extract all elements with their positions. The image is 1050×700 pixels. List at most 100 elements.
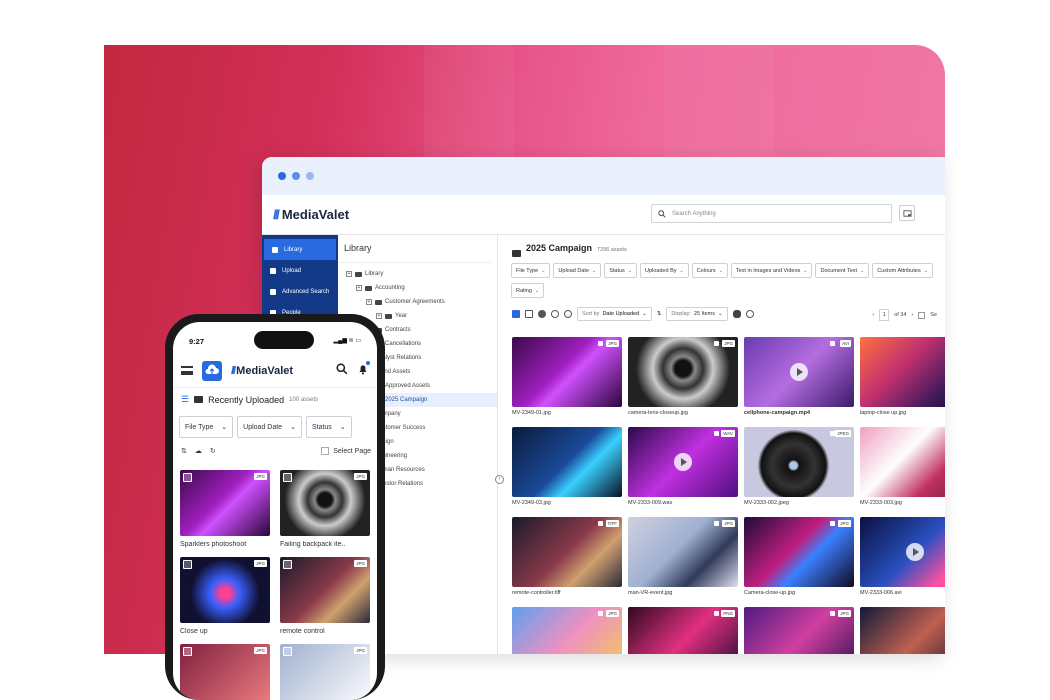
window-dot[interactable] [292,172,300,180]
asset-thumbnail[interactable] [860,517,945,587]
sort-select[interactable]: Sort by Date Uploaded ⌄ [577,306,652,321]
asset-checkbox[interactable] [283,473,292,482]
asset-tile[interactable]: JPG [180,644,270,700]
notification-bell-icon[interactable] [357,360,370,380]
asset-tile[interactable]: WAV MV-2333-009.wav [628,427,738,511]
sort-icon[interactable]: ⇅ [181,447,187,455]
expand-icon[interactable]: + [376,313,382,319]
sidebar-item-advanced-search[interactable]: Advanced Search [262,281,338,302]
play-icon[interactable] [674,453,692,471]
filter-chip[interactable]: Colours ⌄ [691,263,728,278]
prev-page-icon[interactable]: ‹ [872,312,874,318]
asset-thumbnail[interactable] [860,607,945,654]
asset-tile[interactable]: JPG [280,644,370,700]
expand-icon[interactable]: + [346,271,352,277]
zoom-out-icon[interactable] [551,309,559,318]
asset-thumbnail[interactable]: JPG [280,644,370,700]
asset-tile[interactable]: JPG remote control [280,557,370,640]
window-dot[interactable] [278,172,286,180]
refresh-icon[interactable]: ↻ [210,447,216,455]
upload-icon[interactable] [202,360,222,381]
asset-thumbnail[interactable]: JPG [280,557,370,623]
tree-node[interactable]: + Accounting [338,281,497,295]
asset-tile[interactable]: MV-2349-03.jpg [512,427,622,511]
display-select[interactable]: Display: 25 Items ⌄ [666,306,728,321]
asset-tile[interactable] [860,607,945,654]
asset-tile[interactable]: JPG MV-2349-01.jpg [512,337,622,421]
asset-tile[interactable]: JPG [744,607,854,654]
collapse-panel-button[interactable]: ‹ [495,475,504,484]
refresh-icon[interactable] [745,309,754,318]
asset-tile[interactable]: PNG [628,607,738,654]
asset-thumbnail[interactable]: JPG [628,337,738,407]
download-icon[interactable]: ☁ [195,447,202,455]
asset-tile[interactable]: JPG Close up [180,557,270,640]
search-icon[interactable] [336,362,348,380]
asset-thumbnail[interactable] [860,427,945,497]
filter-chip[interactable]: Upload Date ⌄ [237,416,302,438]
asset-tile[interactable]: TIFF remote-controller.tiff [512,517,622,601]
select-page-checkbox[interactable] [321,447,330,455]
asset-checkbox[interactable] [183,647,192,656]
asset-thumbnail[interactable]: JPG [180,557,270,623]
filter-chip[interactable]: Rating ⌄ [511,283,545,298]
filter-chip[interactable]: File Type ⌄ [511,263,551,278]
asset-tile[interactable]: JPG Failing backpack ite.. [280,470,370,553]
filter-chip[interactable]: Upload Date ⌄ [553,263,602,278]
asset-thumbnail[interactable]: WAV [628,427,738,497]
select-all-checkbox[interactable] [918,311,926,319]
people-icon[interactable] [538,309,546,318]
download-icon[interactable] [732,309,741,318]
filter-chip[interactable]: Custom Attributes ⌄ [872,263,933,278]
asset-thumbnail[interactable]: JPG [280,470,370,536]
asset-tile[interactable]: JPG camera-lens-closeup.jpg [628,337,738,421]
asset-tile[interactable]: MV-2333-006.avi [860,517,945,601]
window-dot[interactable] [306,172,314,180]
filter-chip[interactable]: Uploaded By ⌄ [640,263,689,278]
filter-chip[interactable]: Status ⌄ [305,416,352,438]
asset-thumbnail[interactable]: JPG [180,644,270,700]
filter-chip[interactable]: Status ⌄ [604,263,637,278]
image-search-icon[interactable] [899,205,915,221]
search-input[interactable]: Search Anything [651,204,892,223]
asset-thumbnail[interactable]: JPG [512,337,622,407]
asset-thumbnail[interactable]: JPG [744,517,854,587]
asset-tile[interactable]: laptop-close up.jpg [860,337,945,421]
next-page-icon[interactable]: › [911,312,913,318]
asset-tile[interactable]: JPG Sparklers photoshoot [180,470,270,553]
menu-icon[interactable] [181,366,193,375]
list-icon[interactable]: ☰ [181,394,189,405]
sidebar-item-upload[interactable]: Upload [262,260,338,281]
asset-thumbnail[interactable] [860,337,945,407]
asset-thumbnail[interactable]: TIFF [512,517,622,587]
filter-chip[interactable]: File Type ⌄ [179,416,234,438]
brand-logo[interactable]: ///MediaValet [273,207,349,222]
asset-tile[interactable]: JPG man-VR-event.jpg [628,517,738,601]
grid-view-icon[interactable] [512,309,520,318]
zoom-in-icon[interactable] [564,309,572,318]
sidebar-item-library[interactable]: Library [264,239,336,260]
asset-checkbox[interactable] [183,473,192,482]
asset-checkbox[interactable] [283,560,292,569]
brand-logo[interactable]: ///MediaValet [231,365,293,377]
asset-thumbnail[interactable]: JPG [744,607,854,654]
sort-direction-icon[interactable]: ⇅ [657,311,662,317]
asset-thumbnail[interactable]: AVI [744,337,854,407]
asset-thumbnail[interactable]: JPG [512,607,622,654]
select-page-control[interactable]: Select Page [321,447,371,455]
expand-icon[interactable]: + [356,285,362,291]
asset-thumbnail[interactable]: JPG [628,517,738,587]
expand-icon[interactable]: + [366,299,372,305]
asset-tile[interactable]: JPG [512,607,622,654]
play-icon[interactable] [906,543,924,561]
page-input[interactable]: 1 [879,309,890,321]
tree-node[interactable]: + Library [338,267,497,281]
asset-tile[interactable]: AVI cellphone-campaign.mp4 [744,337,854,421]
filter-chip[interactable]: Text in Images and Videos ⌄ [730,263,813,278]
play-icon[interactable] [790,363,808,381]
asset-thumbnail[interactable] [512,427,622,497]
asset-checkbox[interactable] [283,647,292,656]
asset-thumbnail[interactable]: PNG [628,607,738,654]
asset-thumbnail[interactable]: JPEG [744,427,854,497]
filter-chip[interactable]: Document Text ⌄ [815,263,870,278]
